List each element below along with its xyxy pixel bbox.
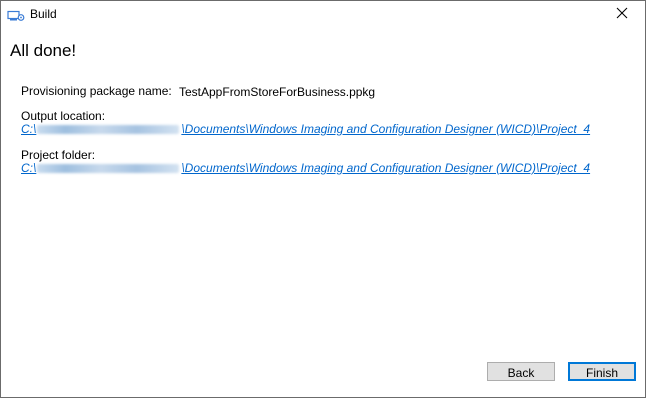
output-location-link[interactable]: C:\ \Documents\Windows Imaging and Config…: [21, 122, 590, 136]
page-heading: All done!: [10, 41, 77, 60]
back-button[interactable]: Back: [487, 362, 555, 381]
build-dialog: Build All done! Provisioning package nam…: [0, 0, 646, 398]
close-button[interactable]: [599, 1, 645, 29]
build-wizard-icon: [7, 9, 25, 21]
output-path-drive: C:\: [21, 122, 37, 136]
output-path-rest: \Documents\Windows Imaging and Configura…: [181, 122, 591, 136]
redacted-username: [37, 164, 180, 173]
project-folder-label: Project folder:: [21, 148, 96, 162]
project-path-rest: \Documents\Windows Imaging and Configura…: [181, 161, 591, 175]
redacted-username: [37, 125, 180, 134]
package-name-label: Provisioning package name:: [21, 84, 172, 98]
close-icon: [616, 6, 628, 24]
project-path-drive: C:\: [21, 161, 37, 175]
package-name-value: TestAppFromStoreForBusiness.ppkg: [179, 85, 376, 99]
window-title: Build: [30, 7, 57, 21]
title-bar: Build: [1, 1, 645, 29]
output-location-label: Output location:: [21, 109, 106, 123]
project-folder-link[interactable]: C:\ \Documents\Windows Imaging and Config…: [21, 161, 590, 175]
finish-button[interactable]: Finish: [568, 362, 636, 381]
